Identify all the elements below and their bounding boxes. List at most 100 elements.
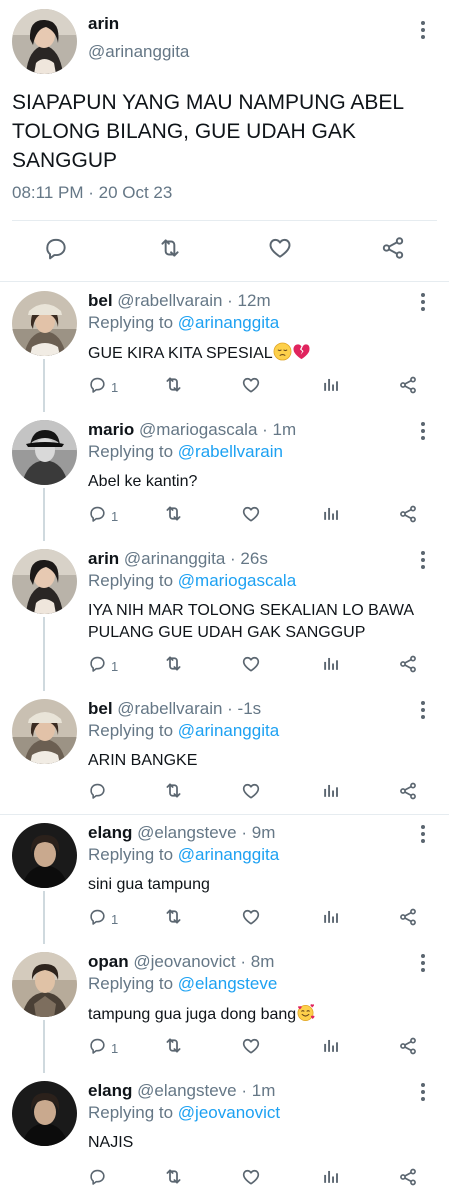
author-handle[interactable]: @arinanggita [124,549,225,568]
reply-time[interactable]: · 1m [241,1081,275,1100]
author-name[interactable]: elang [88,823,132,842]
avatar[interactable] [12,699,77,764]
more-icon[interactable] [413,698,433,722]
reply-time[interactable]: · -1s [227,699,261,718]
share-button[interactable] [398,654,418,678]
reply-tweet[interactable]: mario @mariogascala · 1m Replying to @rab… [0,412,449,541]
share-button[interactable] [398,907,418,931]
reply-tweet[interactable]: bel @rabellvarain · 12m Replying to @arin… [0,283,449,412]
reply-button[interactable]: 1 [88,375,118,399]
like-button[interactable] [241,504,261,528]
author-handle[interactable]: @elangsteve [137,1081,237,1100]
reply-time[interactable]: · 8m [240,952,274,971]
avatar[interactable] [12,1081,77,1146]
reply-tweet[interactable]: opan @jeovanovict · 8m Replying to @elang… [0,944,449,1073]
author-name[interactable]: bel [88,291,113,310]
more-icon[interactable] [413,290,433,314]
author-name[interactable]: mario [88,420,134,439]
avatar[interactable] [12,823,77,888]
author-name[interactable]: arin [88,14,119,34]
share-button[interactable] [398,1167,418,1191]
like-button[interactable] [264,232,296,268]
author-handle[interactable]: @jeovanovict [133,952,235,971]
mention-link[interactable]: @arinanggita [178,313,279,332]
reply-button[interactable]: 1 [88,1036,118,1060]
analytics-button[interactable] [321,1036,340,1060]
analytics-button[interactable] [321,375,340,399]
like-button[interactable] [241,907,261,931]
reply-button[interactable]: 1 [88,504,118,528]
analytics-button[interactable] [321,907,340,931]
retweet-button[interactable] [163,375,184,399]
reply-button[interactable] [88,781,111,805]
analytics-button[interactable] [321,781,340,805]
retweet-button[interactable] [163,504,184,528]
replying-to: Replying to @elangsteve [88,974,277,994]
reply-header: elang @elangsteve · 1m [88,1081,275,1101]
mention-link[interactable]: @arinanggita [178,721,279,740]
reply-count: 1 [111,658,119,674]
like-button[interactable] [241,654,261,678]
reply-button[interactable]: 1 [88,654,118,678]
share-button[interactable] [377,232,409,268]
reply-button[interactable] [40,232,72,268]
author-handle[interactable]: @elangsteve [137,823,237,842]
avatar[interactable] [12,549,77,614]
mention-link[interactable]: @rabellvarain [178,442,283,461]
action-bar [0,232,449,268]
reply-button[interactable]: 1 [88,907,118,931]
retweet-button[interactable] [163,907,184,931]
avatar[interactable] [12,9,77,74]
retweet-icon [163,906,184,932]
retweet-button[interactable] [163,1167,184,1191]
more-icon[interactable] [413,419,433,443]
more-icon[interactable] [413,18,433,42]
share-button[interactable] [398,504,418,528]
more-icon[interactable] [413,548,433,572]
author-name[interactable]: elang [88,1081,132,1100]
author-name[interactable]: opan [88,952,129,971]
more-icon[interactable] [413,1080,433,1104]
analytics-button[interactable] [321,504,340,528]
reply-tweet[interactable]: arin @arinanggita · 26s Replying to @mari… [0,541,449,691]
like-button[interactable] [241,1167,261,1191]
like-button[interactable] [241,375,261,399]
mention-link[interactable]: @jeovanovict [178,1103,280,1122]
avatar[interactable] [12,420,77,485]
retweet-button[interactable] [163,654,184,678]
author-handle[interactable]: @arinanggita [88,42,189,62]
reply-header: bel @rabellvarain · -1s [88,699,261,719]
mention-link[interactable]: @arinanggita [178,845,279,864]
more-icon[interactable] [413,822,433,846]
more-icon[interactable] [413,951,433,975]
reply-time[interactable]: · 12m [227,291,270,310]
author-name[interactable]: arin [88,549,119,568]
reply-button[interactable] [88,1167,111,1191]
reply-time[interactable]: · 26s [230,549,268,568]
reply-tweet[interactable]: elang @elangsteve · 9m Replying to @arina… [0,815,449,944]
like-button[interactable] [241,1036,261,1060]
analytics-button[interactable] [321,654,340,678]
author-handle[interactable]: @rabellvarain [117,699,222,718]
author-handle[interactable]: @rabellvarain [117,291,222,310]
analytics-button[interactable] [321,1167,340,1191]
replying-to: Replying to @rabellvarain [88,442,283,462]
share-button[interactable] [398,375,418,399]
mention-link[interactable]: @mariogascala [178,571,296,590]
like-button[interactable] [241,781,261,805]
tweet-timestamp[interactable]: 08:11 PM · 20 Oct 23 [12,183,172,203]
reply-time[interactable]: · 1m [262,420,296,439]
share-button[interactable] [398,781,418,805]
author-handle[interactable]: @mariogascala [139,420,257,439]
share-button[interactable] [398,1036,418,1060]
retweet-button[interactable] [163,1036,184,1060]
reply-time[interactable]: · 9m [241,823,275,842]
author-name[interactable]: bel [88,699,113,718]
avatar[interactable] [12,952,77,1017]
reply-tweet[interactable]: bel @rabellvarain · -1s Replying to @arin… [0,691,449,815]
retweet-button[interactable] [163,781,184,805]
retweet-button[interactable] [154,232,186,268]
reply-tweet[interactable]: elang @elangsteve · 1m Replying to @jeova… [0,1073,449,1200]
avatar[interactable] [12,291,77,356]
mention-link[interactable]: @elangsteve [178,974,278,993]
